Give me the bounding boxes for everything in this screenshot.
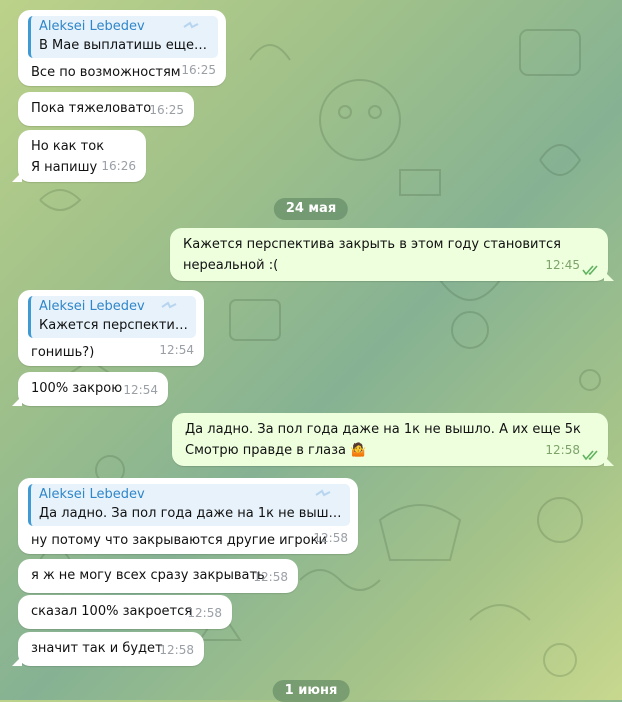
reply-quote[interactable]: Aleksei Lebedev Кажется перспектив... (28, 296, 196, 338)
message-incoming[interactable]: значит так и будет 12:58 (12, 632, 204, 666)
reply-quote[interactable]: Aleksei Lebedev Да ладно. За пол года да… (28, 484, 350, 526)
reply-text: Да ладно. За пол года даже на 1к не вышл… (39, 506, 342, 521)
sparkle-decoration-icon (161, 301, 177, 309)
double-check-icon (582, 265, 598, 276)
reply-quote[interactable]: Aleksei Lebedev В Мае выплатишь еще ... (28, 16, 218, 58)
date-separator: 24 мая (273, 198, 349, 220)
message-incoming[interactable]: Aleksei Lebedev В Мае выплатишь еще ... … (18, 10, 226, 86)
message-time: 12:54 (159, 343, 194, 357)
message-incoming[interactable]: 100% закрою 12:54 (12, 372, 168, 406)
message-time: 12:54 (123, 383, 158, 397)
message-incoming[interactable]: я ж не могу всех сразу закрывать 12:58 (18, 559, 298, 593)
reply-author: Aleksei Lebedev (39, 487, 145, 502)
date-separator: 1 июня (272, 680, 350, 702)
message-incoming[interactable]: Aleksei Lebedev Кажется перспектив... го… (18, 290, 204, 366)
message-time: 12:58 (313, 531, 348, 545)
message-time: 16:25 (181, 63, 216, 77)
message-time: 16:26 (101, 159, 136, 173)
sparkle-decoration-icon (183, 21, 199, 29)
message-time: 16:25 (149, 103, 184, 117)
message-incoming[interactable]: Aleksei Lebedev Да ладно. За пол года да… (18, 478, 358, 554)
reply-text: Кажется перспектив... (39, 318, 188, 333)
message-text: Смотрю правде в глаза 🤷 (185, 443, 367, 458)
message-incoming[interactable]: Пока тяжеловато 16:25 (18, 92, 194, 126)
message-time: 12:58 (187, 606, 222, 620)
message-time: 12:58 (545, 443, 580, 457)
message-text: нереальной :( (183, 258, 279, 273)
message-time: 12:45 (545, 258, 580, 272)
message-text: Да ладно. За пол года даже на 1к не вышл… (185, 422, 581, 437)
message-text: ну потому что закрываются другие игроки (31, 533, 327, 548)
message-incoming[interactable]: Но как ток Я напишу 16:26 (12, 130, 146, 182)
message-time: 12:58 (253, 570, 288, 584)
message-outgoing[interactable]: Да ладно. За пол года даже на 1к не вышл… (172, 413, 614, 466)
reply-text: В Мае выплатишь еще ... (39, 38, 210, 53)
message-time: 12:58 (159, 643, 194, 657)
message-text: я ж не могу всех сразу закрывать (31, 568, 265, 583)
double-check-icon (582, 450, 598, 461)
message-text: Но как ток (31, 139, 105, 154)
sparkle-decoration-icon (315, 489, 331, 497)
message-incoming[interactable]: сказал 100% закроется 12:58 (18, 595, 232, 629)
message-text: Кажется перспектива закрыть в этом году … (183, 237, 562, 252)
message-outgoing[interactable]: Кажется перспектива закрыть в этом году … (170, 228, 614, 281)
